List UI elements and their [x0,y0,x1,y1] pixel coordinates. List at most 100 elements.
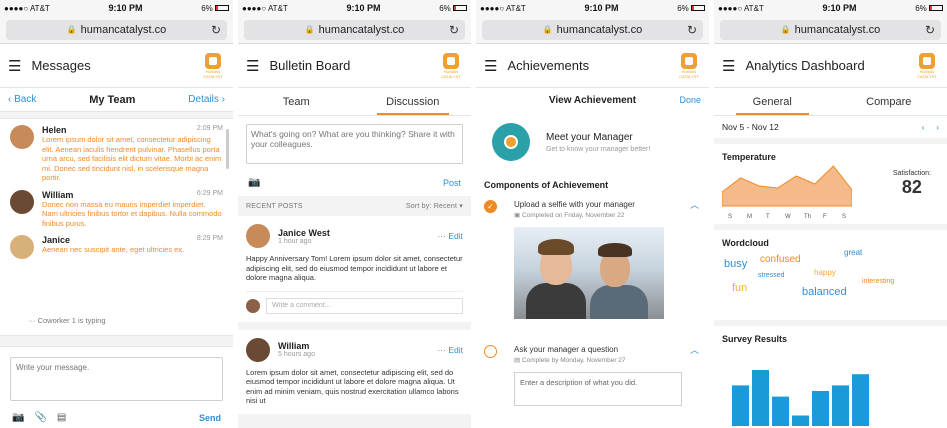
done-button[interactable]: Done [679,95,701,105]
camera-icon[interactable]: 📷 [248,177,260,188]
post-author: Janice West [278,227,330,238]
temperature-area [722,165,852,207]
tab-compare[interactable]: Compare [831,88,947,115]
wordcloud-word: fun [732,282,748,294]
sender-name: Janice [42,235,71,245]
tab-discussion[interactable]: Discussion [355,88,472,115]
wordcloud-word: stressed [758,272,785,279]
avatar[interactable] [10,189,34,214]
carrier-label: ●●●●○ AT&T [480,3,526,13]
url-field[interactable]: 🔒 humancatalyst.co ↻ [720,19,941,40]
task-title: Upload a selfie with your manager [514,200,635,209]
post-time: 1 hour ago [278,237,312,245]
post-card: Janice West 1 hour ago ··· Edit Happy Ann… [238,216,471,322]
app-header: ☰ Analytics Dashboard HUMAN CATALYST [714,44,947,88]
battery-icon [690,5,705,12]
scrollbar[interactable] [226,129,229,169]
menu-icon[interactable]: ☰ [8,57,21,75]
reload-icon[interactable]: ↻ [687,23,697,37]
temperature-chart: S M T W Th F S [722,165,852,220]
carrier-label: ●●●●○ AT&T [242,3,288,13]
wordcloud-word: interesting [862,278,895,285]
menu-icon[interactable]: ☰ [246,57,259,75]
carrier-label: ●●●●○ AT&T [4,3,50,13]
lock-icon: 🔒 [542,25,553,34]
achievement-view-title: View Achievement [548,94,637,106]
browser-url-bar: 🔒 humancatalyst.co ↻ [476,16,709,44]
reload-icon[interactable]: ↻ [211,23,221,37]
messages-screen: ●●●●○ AT&T 9:10 PM 6% 🔒 humancatalyst.co ↻… [0,0,233,428]
menu-icon[interactable]: ☰ [722,57,735,75]
checkmark-icon[interactable]: ✓ [484,200,497,213]
survey-bar [792,415,809,426]
camera-icon[interactable]: 📷 [12,412,24,423]
more-icon[interactable]: ··· [437,231,446,241]
chevron-right-icon: › [218,94,225,105]
battery: 6% [439,4,467,13]
battery-icon [452,5,467,12]
sort-dropdown[interactable]: Sort by: Recent ▾ [406,202,463,210]
new-post-box: 📷 Post [238,116,471,196]
photo-icon: ▣ [514,212,522,219]
conversation-title: My Team [89,93,136,106]
comment-input[interactable]: Write a comment... [266,297,463,314]
wordcloud-panel: Wordcloud busy confused great happy stressed… [714,230,947,320]
clock: 9:10 PM [346,3,381,13]
post-text: Happy Anniversary Tom! Lorem ipsum dolor… [246,254,463,282]
more-icon[interactable]: ··· [437,345,446,355]
back-button[interactable]: ‹ Back [8,94,36,105]
avatar[interactable] [10,235,34,259]
app-logo: HUMAN CATALYST [915,52,939,79]
app-header: ☰ Achievements HUMAN CATALYST [476,44,709,88]
app-header: ☰ Messages HUMAN CATALYST [0,44,233,88]
post-button[interactable]: Post [443,178,461,188]
components-heading: Components of Achievement [476,172,709,196]
menu-icon[interactable]: ☰ [484,57,497,75]
avatar[interactable] [246,224,270,248]
chevron-up-icon[interactable]: ︿ [690,198,699,211]
url-field[interactable]: 🔒 humancatalyst.co ↻ [482,19,703,40]
url-field[interactable]: 🔒 humancatalyst.co ↻ [244,19,465,40]
details-button[interactable]: Details › [188,94,225,105]
reload-icon[interactable]: ↻ [449,23,459,37]
wordcloud-word: busy [724,258,748,270]
unchecked-circle-icon[interactable] [484,345,497,358]
chevron-right-icon[interactable]: › [936,122,939,132]
message-input[interactable] [10,357,223,401]
task-description-input[interactable]: Enter a description of what you did. [514,372,682,406]
post-actions: ··· Edit [437,231,463,241]
url-field[interactable]: 🔒 humancatalyst.co ↻ [6,19,227,40]
send-button[interactable]: Send [199,413,221,423]
browser-url-bar: 🔒 humancatalyst.co ↻ [0,16,233,44]
bulletin-screen: ●●●●○ AT&T 9:10 PM 6% 🔒 humancatalyst.co ↻… [238,0,471,428]
chevron-up-icon[interactable]: ︿ [690,343,699,356]
carrier-label: ●●●●○ AT&T [718,3,764,13]
attachment-icon[interactable]: 📎 [34,412,46,423]
compose-area: 📷 📎 ▤ Send [0,346,233,428]
app-header: ☰ Bulletin Board HUMAN CATALYST [238,44,471,88]
wordcloud-word: confused [760,254,801,265]
chevron-left-icon[interactable]: ‹ [922,122,925,132]
post-input[interactable] [246,124,463,164]
edit-button[interactable]: Edit [448,231,463,241]
reload-icon[interactable]: ↻ [925,23,935,37]
post-card: William 5 hours ago ··· Edit Lorem ipsum … [238,329,471,414]
day-tick-label: T [766,214,770,220]
task-status: ▤ Complete by Monday, November 27 [514,357,626,364]
day-tick-label: F [823,214,827,220]
temperature-panel: Temperature S M T W Th F S Satisfaction: 82 [714,144,947,224]
edit-button[interactable]: Edit [448,345,463,355]
message-text: Lorem ipsum dolor sit amet, consectetur … [42,135,222,182]
lock-icon: 🔒 [780,25,791,34]
survey-bar [732,385,749,426]
recent-posts-header: RECENT POSTS Sort by: Recent ▾ [238,196,471,216]
battery: 6% [677,4,705,13]
survey-panel: Survey Results [714,326,947,428]
survey-title: Survey Results [722,334,788,344]
avatar[interactable] [10,125,34,149]
document-icon[interactable]: ▤ [57,412,66,423]
tab-team[interactable]: Team [238,88,355,115]
survey-bar [752,370,769,426]
avatar[interactable] [246,337,270,362]
tab-general[interactable]: General [714,88,831,115]
